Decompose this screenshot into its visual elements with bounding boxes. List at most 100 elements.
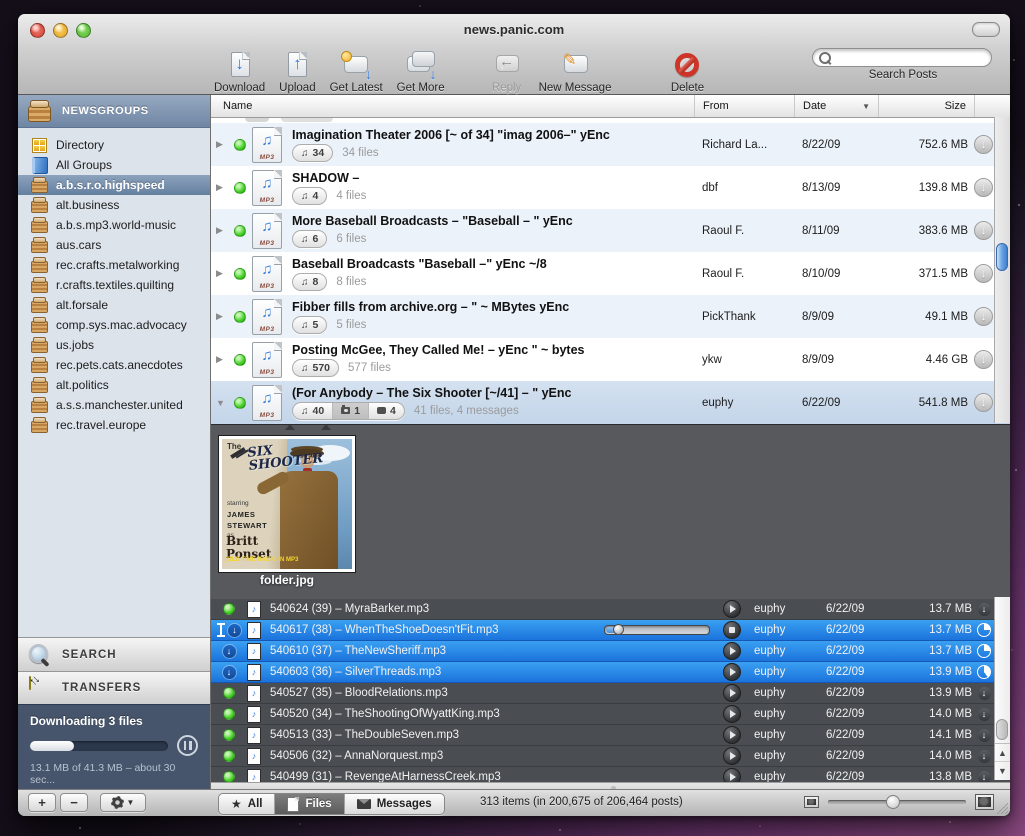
play-button[interactable] (723, 600, 741, 618)
add-button[interactable]: + (28, 793, 56, 812)
download-post-button[interactable]: ↓ (974, 307, 993, 326)
filter-messages-button[interactable]: Messages (344, 794, 444, 814)
pause-transfers-button[interactable] (177, 735, 198, 756)
message-scrollbar-thumb[interactable] (996, 243, 1008, 271)
search-input[interactable] (831, 51, 985, 65)
audio-count-segment[interactable]: 40 (293, 403, 332, 419)
download-button[interactable]: ↓ Download (214, 50, 265, 94)
file-row[interactable]: ↓ 540610 (37) – TheNewSheriff.mp3 euphy … (211, 641, 1010, 662)
search-field[interactable] (812, 48, 992, 67)
audio-count-segment[interactable]: 8 (293, 274, 326, 290)
upload-button[interactable]: ↑ Upload (279, 50, 315, 94)
column-header-date[interactable]: Date▼ (794, 95, 878, 117)
reply-button[interactable]: ← Reply (489, 50, 525, 94)
remove-button[interactable]: − (60, 793, 88, 812)
playback-scrubber[interactable] (604, 625, 710, 635)
play-button[interactable] (723, 663, 741, 681)
title-bar[interactable]: news.panic.com (18, 14, 1010, 44)
sidebar-item-r-crafts-textiles-quilting[interactable]: r.crafts.textiles.quilting (18, 275, 210, 295)
sidebar-item-us-jobs[interactable]: us.jobs (18, 335, 210, 355)
sidebar-item-a-s-s-manchester-united[interactable]: a.s.s.manchester.united (18, 395, 210, 415)
scrubber-thumb[interactable] (613, 624, 624, 635)
sidebar-item-rec-pets-cats-anecdotes[interactable]: rec.pets.cats.anecdotes (18, 355, 210, 375)
filter-all-button[interactable]: All (219, 794, 274, 814)
toolbar-toggle-button[interactable] (972, 22, 1000, 37)
audio-count-segment[interactable]: 4 (293, 188, 326, 204)
stop-button[interactable] (723, 621, 741, 639)
sidebar-item-comp-sys-mac-advocacy[interactable]: comp.sys.mac.advocacy (18, 315, 210, 335)
sidebar-item-all-groups[interactable]: All Groups (18, 155, 210, 175)
sidebar-item-aus-cars[interactable]: aus.cars (18, 235, 210, 255)
column-header-size[interactable]: Size (878, 95, 974, 117)
play-button[interactable] (723, 747, 741, 765)
message-list-scrollbar[interactable] (994, 117, 1010, 423)
scroll-down-arrow[interactable]: ▼ (995, 761, 1010, 779)
newsgroups-section-header[interactable]: NEWSGROUPS (18, 95, 210, 128)
sidebar-item-alt-business[interactable]: alt.business (18, 195, 210, 215)
disclosure-triangle-icon[interactable]: ▶ (211, 354, 232, 365)
zoom-slider[interactable] (828, 800, 966, 804)
disclosure-triangle-icon[interactable]: ▶ (211, 268, 232, 279)
disclosure-triangle-icon[interactable]: ▶ (211, 311, 232, 322)
filter-files-button[interactable]: Files (274, 794, 343, 814)
play-button[interactable] (723, 684, 741, 702)
message-row[interactable]: ▶ ♫MP3 Baseball Broadcasts "Baseball –" … (211, 252, 1010, 295)
scroll-up-arrow[interactable]: ▲ (995, 744, 1010, 761)
photo-count-segment[interactable]: 1 (332, 403, 368, 419)
play-button[interactable] (723, 768, 741, 782)
action-menu-button[interactable]: ▼ (100, 793, 146, 812)
file-row[interactable]: 540520 (34) – TheShootingOfWyattKing.mp3… (211, 704, 1010, 725)
transfers-section-header[interactable]: ↑↓ TRANSFERS (18, 671, 210, 704)
audio-count-segment[interactable]: 570 (293, 360, 338, 376)
minimize-button[interactable] (53, 23, 68, 38)
file-scrollbar-thumb[interactable] (996, 719, 1008, 740)
zoom-button[interactable] (76, 23, 91, 38)
close-button[interactable] (30, 23, 45, 38)
message-row[interactable]: ▶ ♫MP3 Fibber fills from archive.org – "… (211, 295, 1010, 338)
play-button[interactable] (723, 642, 741, 660)
download-post-button[interactable]: ↓ (974, 178, 993, 197)
sidebar-item-alt-forsale[interactable]: alt.forsale (18, 295, 210, 315)
resize-grip[interactable] (996, 802, 1008, 814)
message-row[interactable]: ▶ ♫MP3 Imagination Theater 2006 [~ of 34… (211, 123, 1010, 166)
sidebar-item-a-b-s-r-o-highspeed[interactable]: a.b.s.r.o.highspeed (18, 175, 210, 195)
download-post-button[interactable]: ↓ (974, 350, 993, 369)
disclosure-triangle-icon[interactable]: ▶ (211, 139, 232, 150)
get-latest-button[interactable]: ↓ Get Latest (330, 50, 383, 94)
file-row[interactable]: 540527 (35) – BloodRelations.mp3 euphy 6… (211, 683, 1010, 704)
message-row[interactable]: ▶ ♫MP3 More Baseball Broadcasts – "Baseb… (211, 209, 1010, 252)
file-row[interactable]: 540624 (39) – MyraBarker.mp3 euphy 6/22/… (211, 599, 1010, 620)
column-header-name[interactable]: Name (211, 95, 694, 117)
download-post-button[interactable]: ↓ (974, 264, 993, 283)
sidebar-item-alt-politics[interactable]: alt.politics (18, 375, 210, 395)
message-row[interactable]: ▶ ♫MP3 Posting McGee, They Called Me! – … (211, 338, 1010, 381)
audio-count-segment[interactable]: 34 (293, 145, 332, 161)
message-row[interactable]: ▶ ♫MP3 SHADOW – 4 4 files dbf 8/13/09 13… (211, 166, 1010, 209)
audio-count-segment[interactable]: 5 (293, 317, 326, 333)
download-post-button[interactable]: ↓ (974, 135, 993, 154)
sidebar-item-a-b-s-mp3-world-music[interactable]: a.b.s.mp3.world-music (18, 215, 210, 235)
disclosure-triangle-icon[interactable]: ▶ (211, 182, 232, 193)
file-row[interactable]: ↓ 540617 (38) – WhenTheShoeDoesn'tFit.mp… (211, 620, 1010, 641)
audio-count-segment[interactable]: 6 (293, 231, 326, 247)
new-message-button[interactable]: ✎ New Message (539, 50, 612, 94)
download-post-button[interactable]: ↓ (974, 393, 993, 412)
sidebar-item-rec-crafts-metalworking[interactable]: rec.crafts.metalworking (18, 255, 210, 275)
zoom-slider-thumb[interactable] (886, 795, 900, 809)
delete-button[interactable]: Delete (669, 50, 705, 94)
sidebar-item-rec-travel-europe[interactable]: rec.travel.europe (18, 415, 210, 435)
play-button[interactable] (723, 726, 741, 744)
file-row[interactable]: ↓ 540603 (36) – SilverThreads.mp3 euphy … (211, 662, 1010, 683)
file-row[interactable]: 540513 (33) – TheDoubleSeven.mp3 euphy 6… (211, 725, 1010, 746)
sidebar-item-directory[interactable]: Directory (18, 135, 210, 155)
disclosure-triangle-icon[interactable]: ▼ (211, 398, 232, 408)
get-more-button[interactable]: ↓ Get More (397, 50, 445, 94)
download-post-button[interactable]: ↓ (974, 221, 993, 240)
file-row[interactable]: 540499 (31) – RevengeAtHarnessCreek.mp3 … (211, 767, 1010, 782)
disclosure-triangle-icon[interactable]: ▶ (211, 225, 232, 236)
search-section-header[interactable]: SEARCH (18, 637, 210, 671)
play-button[interactable] (723, 705, 741, 723)
message-count-segment[interactable]: 4 (368, 403, 404, 419)
column-header-from[interactable]: From (694, 95, 794, 117)
file-row[interactable]: 540506 (32) – AnnaNorquest.mp3 euphy 6/2… (211, 746, 1010, 767)
